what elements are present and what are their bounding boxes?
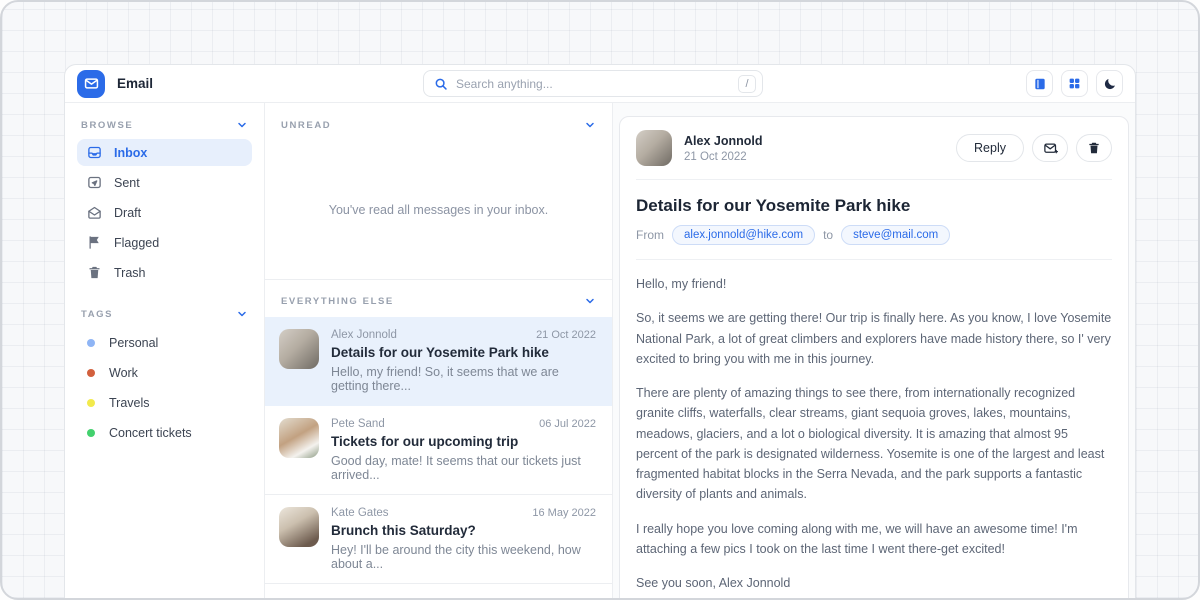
book-button[interactable] [1026,70,1053,97]
tag-dot [87,429,95,437]
app-title: Email [117,76,153,91]
app-header: Email / [65,65,1135,103]
sidebar-item-label: Inbox [114,146,147,160]
mail-sender: Pete Sand [331,418,385,430]
book-icon [1033,77,1047,91]
sidebar-item-flagged[interactable]: Flagged [77,229,252,256]
trash-icon [87,265,102,280]
everything-else-label: EVERYTHING ELSE [281,296,394,307]
browse-section-header[interactable]: BROWSE [77,117,252,139]
send-icon [87,175,102,190]
grid-icon [1068,77,1081,90]
sidebar-item-sent[interactable]: Sent [77,169,252,196]
unread-empty-state: You've read all messages in your inbox. [265,141,612,279]
search-icon [434,77,448,91]
tag-dot [87,369,95,377]
tag-item-personal[interactable]: Personal [77,328,252,358]
desktop-background: Email / BROWSE I [0,0,1200,600]
forward-email-button[interactable] [1032,134,1068,162]
inbox-icon [87,145,102,160]
tags-label: TAGS [81,309,113,320]
tag-item-work[interactable]: Work [77,358,252,388]
tag-label: Concert tickets [109,426,192,440]
to-label: to [823,228,833,242]
to-email-chip[interactable]: steve@mail.com [841,225,950,245]
mail-list-column: UNREAD You've read all messages in your … [265,103,613,598]
mail-date: 16 May 2022 [532,507,596,519]
search-input[interactable] [456,77,738,91]
tag-item-concert-tickets[interactable]: Concert tickets [77,418,252,448]
mail-date: 21 Oct 2022 [536,329,596,341]
everything-else-section-header[interactable]: EVERYTHING ELSE [265,280,612,317]
sidebar-item-label: Flagged [114,236,159,250]
envelope-icon [84,76,99,91]
tag-label: Personal [109,336,158,350]
tag-label: Travels [109,396,150,410]
tag-item-travels[interactable]: Travels [77,388,252,418]
sidebar-item-inbox[interactable]: Inbox [77,139,252,166]
sender-avatar [636,130,672,166]
mail-list-item[interactable]: Kate Gates 16 May 2022 Brunch this Satur… [265,495,612,584]
email-paragraph: So, it seems we are getting there! Our t… [636,308,1112,369]
avatar [279,507,319,547]
from-label: From [636,228,664,242]
from-email-chip[interactable]: alex.jonnold@hike.com [672,225,815,245]
moon-icon [1103,77,1117,91]
sidebar: BROWSE Inbox Sent Draft Flagged Tra [65,103,265,598]
mail-sender: Alex Jonnold [331,329,397,341]
search-shortcut-badge: / [738,75,756,93]
search-bar[interactable]: / [423,70,763,97]
email-body: Hello, my friend! So, it seems we are ge… [636,259,1112,598]
email-paragraph: There are plenty of amazing things to se… [636,383,1112,505]
tag-label: Work [109,366,138,380]
unread-section-header[interactable]: UNREAD [265,103,612,141]
email-detail-card: Alex Jonnold 21 Oct 2022 Reply Details f… [619,116,1129,598]
tag-dot [87,339,95,347]
mail-preview: Good day, mate! It seems that our ticket… [331,454,596,482]
dark-mode-button[interactable] [1096,70,1123,97]
mail-preview: Hey! I'll be around the city this weeken… [331,543,596,571]
delete-email-button[interactable] [1076,134,1112,162]
chevron-down-icon[interactable] [584,119,596,131]
reply-button[interactable]: Reply [956,134,1024,162]
mail-list-item[interactable]: Alex Jonnold 21 Oct 2022 Details for our… [265,317,612,406]
sidebar-item-label: Sent [114,176,140,190]
flag-icon [87,235,102,250]
avatar [279,329,319,369]
email-app-window: Email / BROWSE I [64,64,1136,598]
unread-label: UNREAD [281,120,331,131]
sidebar-item-label: Trash [114,266,146,280]
sender-name: Alex Jonnold [684,134,762,148]
mail-subject: Brunch this Saturday? [331,523,596,538]
reading-pane: Alex Jonnold 21 Oct 2022 Reply Details f… [613,103,1135,598]
open-envelope-icon [87,205,102,220]
avatar [279,418,319,458]
tag-dot [87,399,95,407]
sidebar-item-draft[interactable]: Draft [77,199,252,226]
mail-subject: Tickets for our upcoming trip [331,434,596,449]
chevron-down-icon[interactable] [236,119,248,131]
sidebar-item-trash[interactable]: Trash [77,259,252,286]
browse-label: BROWSE [81,120,133,131]
mail-date: 06 Jul 2022 [539,418,596,430]
mail-subject: Details for our Yosemite Park hike [331,345,596,360]
sidebar-item-label: Draft [114,206,141,220]
envelope-plus-icon [1043,141,1058,156]
email-paragraph: See you soon, Alex Jonnold [636,573,1112,593]
app-logo [77,70,105,98]
mail-list-item[interactable]: Pete Sand 06 Jul 2022 Tickets for our up… [265,406,612,495]
email-date: 21 Oct 2022 [684,151,762,163]
email-subject: Details for our Yosemite Park hike [636,179,1112,216]
mail-preview: Hello, my friend! So, it seems that we a… [331,365,596,393]
email-paragraph: I really hope you love coming along with… [636,519,1112,560]
email-paragraph: Hello, my friend! [636,274,1112,294]
tags-section-header[interactable]: TAGS [77,306,252,328]
apps-button[interactable] [1061,70,1088,97]
chevron-down-icon[interactable] [236,308,248,320]
trash-icon [1087,141,1101,155]
mail-sender: Kate Gates [331,507,389,519]
chevron-down-icon[interactable] [584,295,596,307]
